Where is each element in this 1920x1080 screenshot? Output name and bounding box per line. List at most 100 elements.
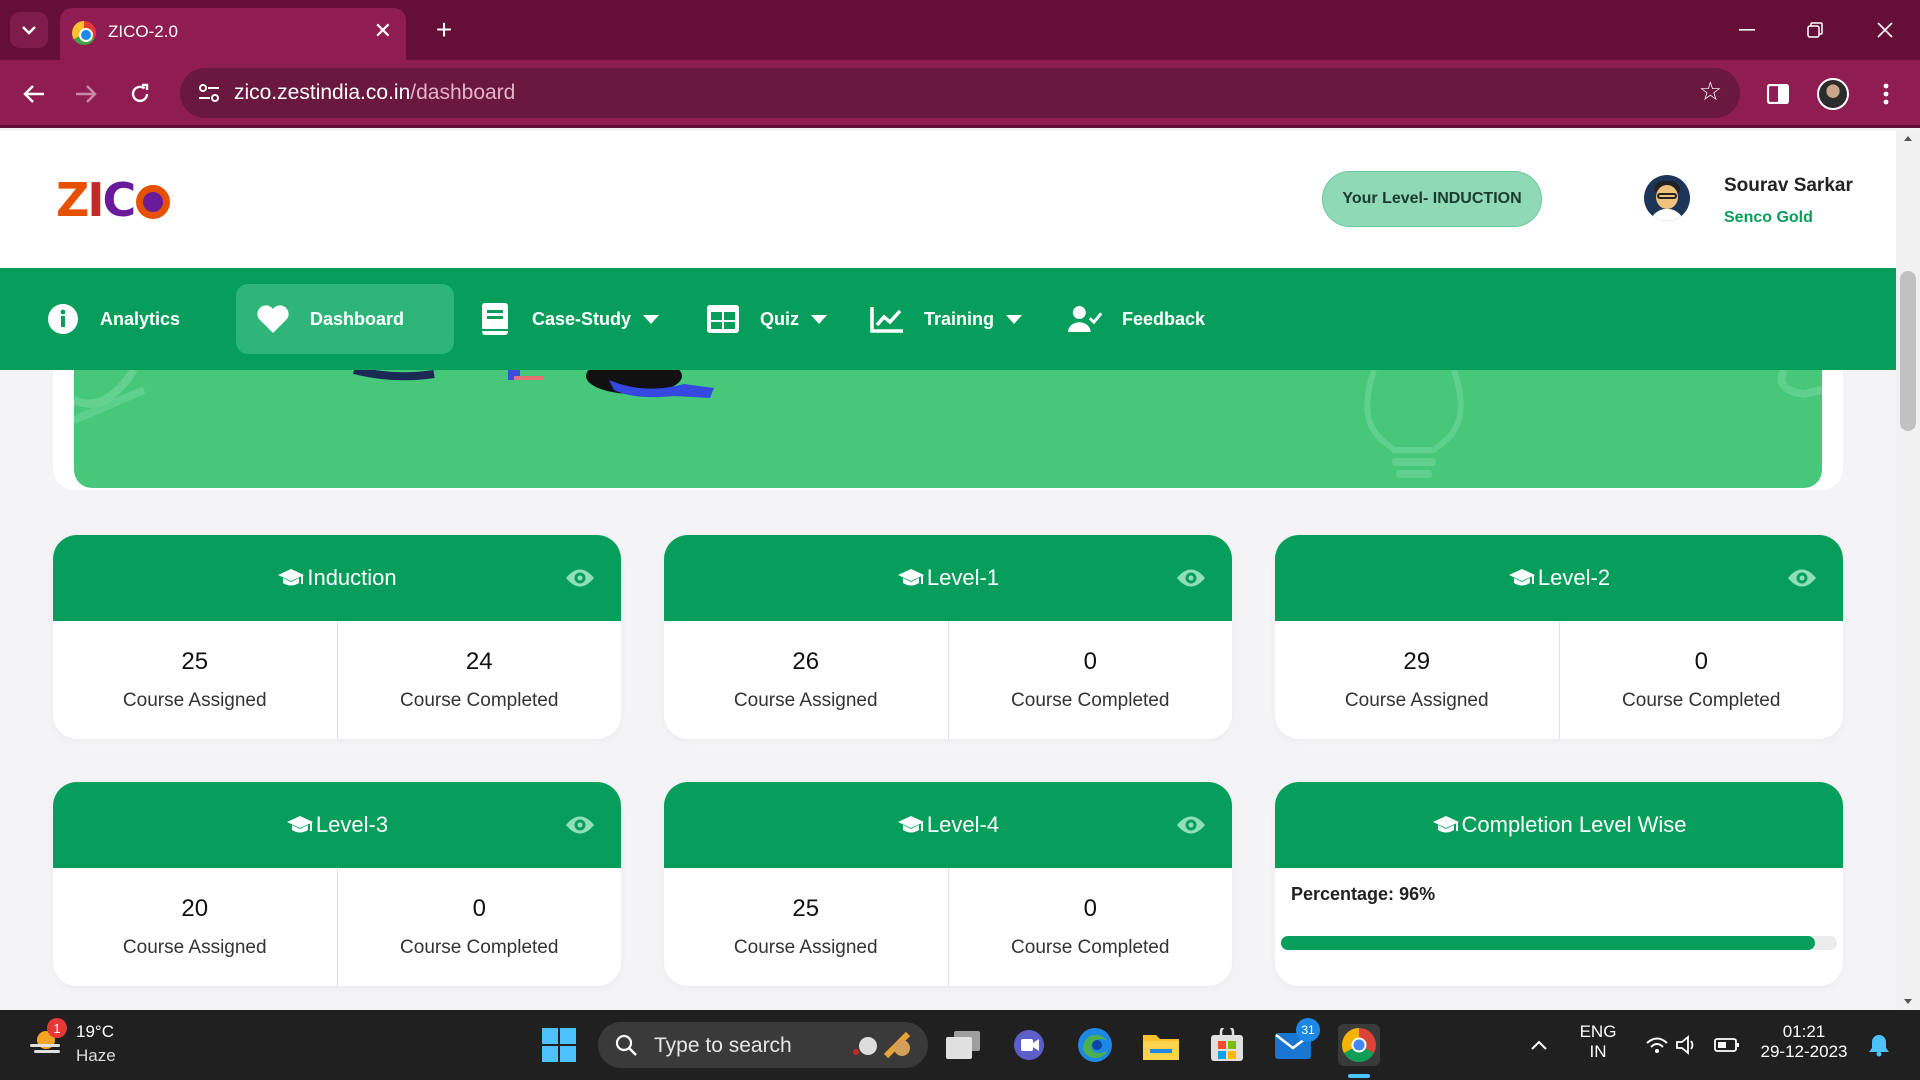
browser-tab[interactable]: ZICO-2.0 ✕ [60,8,406,60]
stat-assigned: 25 Course Assigned [53,621,337,739]
scroll-down-arrow-icon[interactable] [1896,995,1920,1009]
info-icon [46,302,80,336]
close-window-button[interactable] [1862,10,1908,50]
battery-icon[interactable] [1706,1024,1748,1066]
clock-date: 29-12-2023 [1760,1042,1848,1061]
percentage-text: Percentage: 96% [1291,884,1435,905]
user-company: Senco Gold [1724,209,1813,226]
completed-count: 0 [1083,648,1097,675]
graduation-cap-icon [897,815,925,835]
weather-condition[interactable]: Haze [76,1046,116,1066]
restore-icon [1807,22,1823,38]
eye-icon[interactable] [565,567,595,595]
nav-item-case-study[interactable]: Case-Study [478,284,660,354]
scroll-up-arrow-icon[interactable] [1896,131,1920,145]
level-card-level-3: Level-3 20 Course Assigned 0 Course Comp… [53,782,621,986]
stat-completed: 0 Course Completed [1558,621,1844,739]
heart-icon [256,302,290,336]
completion-card: Completion Level Wise Percentage: 96% [1275,782,1843,986]
volume-icon[interactable] [1666,1024,1708,1066]
edge-browser-icon[interactable] [1074,1024,1116,1066]
scroll-thumb[interactable] [1900,271,1916,431]
nav-item-training[interactable]: Training [870,284,1023,354]
windows-start-icon[interactable] [538,1024,580,1066]
user-avatar[interactable] [1644,175,1690,221]
nav-item-feedback[interactable]: Feedback [1068,284,1205,354]
notification-bell-icon[interactable] [1858,1024,1900,1066]
reload-button[interactable] [120,74,160,114]
eye-icon[interactable] [1176,567,1206,595]
card-header: Completion Level Wise [1275,782,1843,868]
url-host: zico.zestindia.co.in [234,81,411,104]
card-header: Level-3 [53,782,621,868]
tab-title: ZICO-2.0 [108,22,178,41]
completion-progress-bar [1281,936,1837,950]
assigned-label: Course Assigned [733,937,878,958]
search-icon [615,1034,637,1056]
nav-label-analytics: Analytics [100,308,181,329]
nav-label-training: Training [924,308,995,329]
url-text: zico.zestindia.co.in/dashboard [234,81,515,105]
card-title: Level-4 [926,812,1000,837]
file-explorer-icon[interactable] [1140,1024,1182,1066]
level-card-level-1: Level-1 26 Course Assigned 0 Course Comp… [664,535,1232,739]
completion-progress-fill [1281,936,1815,950]
table-icon [706,302,740,336]
microsoft-store-icon[interactable] [1206,1024,1248,1066]
chrome-taskbar-icon[interactable] [1338,1024,1380,1066]
nav-label-feedback: Feedback [1122,308,1206,329]
browser-profile-avatar[interactable] [1817,78,1849,110]
taskbar-search-box[interactable]: Type to search [598,1022,928,1068]
user-name: Sourav Sarkar [1724,175,1853,196]
side-panel-button[interactable] [1758,74,1798,114]
eye-icon[interactable] [1176,814,1206,842]
url-path: /dashboard [410,81,516,104]
address-bar[interactable]: zico.zestindia.co.in/dashboard ☆ [180,68,1740,118]
nav-label-quiz: Quiz [760,308,799,329]
chevron-down-icon [22,26,36,35]
nav-item-quiz[interactable]: Quiz [706,284,827,354]
browser-menu-button[interactable] [1866,74,1906,114]
completed-count: 24 [465,648,493,675]
language-indicator[interactable]: ENG IN [1576,1022,1620,1062]
zico-logo[interactable]: ZIC [56,173,171,227]
page-scrollbar[interactable] [1896,131,1920,1009]
chrome-favicon-icon [72,21,96,45]
stat-completed: 0 Course Completed [947,621,1233,739]
restore-button[interactable] [1792,10,1838,50]
percentage-value: 96% [1399,884,1436,904]
assigned-label: Course Assigned [122,690,267,711]
level-card-induction: Induction 25 Course Assigned 24 Course C… [53,535,621,739]
teams-meet-icon[interactable] [1008,1024,1050,1066]
show-hidden-icons-chevron-icon[interactable] [1518,1024,1560,1066]
nav-label-dashboard: Dashboard [310,308,405,329]
minimize-button[interactable] [1724,10,1770,50]
side-panel-icon [1767,84,1789,104]
new-tab-button[interactable]: + [426,12,462,48]
task-view-icon[interactable] [942,1024,984,1066]
assigned-label: Course Assigned [1344,690,1489,711]
mail-icon[interactable]: 31 [1272,1018,1320,1066]
tab-search-button[interactable] [10,12,48,48]
search-highlight-icon [853,1031,911,1059]
weather-temperature[interactable]: 19°C [76,1022,114,1042]
stat-assigned: 29 Course Assigned [1275,621,1559,739]
site-info-icon[interactable] [194,78,224,108]
card-header: Level-2 [1275,535,1843,621]
user-check-icon [1068,302,1102,336]
card-title: Induction [307,565,397,590]
nav-item-analytics[interactable]: Analytics [46,284,180,354]
bookmark-star-icon[interactable]: ☆ [1699,76,1722,107]
forward-button[interactable] [66,74,106,114]
close-tab-icon[interactable]: ✕ [374,18,392,44]
clock[interactable]: 01:21 29-12-2023 [1756,1022,1852,1062]
eye-icon[interactable] [1787,567,1817,595]
nav-item-dashboard[interactable]: Dashboard [236,284,454,354]
back-button[interactable] [14,74,54,114]
completed-label: Course Completed [400,937,559,958]
banner-illustration [74,370,1822,478]
graduation-cap-icon [1432,815,1460,835]
graduation-cap-icon [897,568,925,588]
assigned-count: 25 [181,648,209,675]
eye-icon[interactable] [565,814,595,842]
